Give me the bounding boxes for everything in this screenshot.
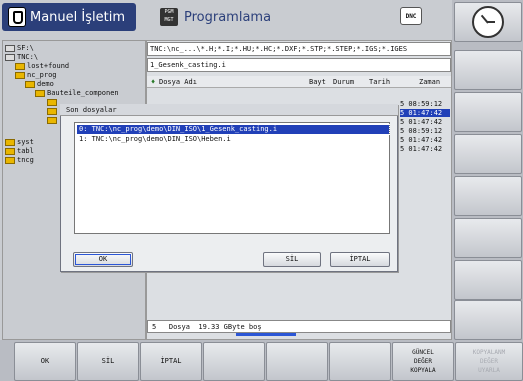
programming-mode[interactable]: PGM MGT Programlama [160,4,440,30]
file-time: 5 01:47:42 [400,109,450,117]
programming-label: Programlama [184,9,272,25]
status-line: 5 Dosya 19.33 GByte boş [147,320,451,333]
tree-item[interactable]: Bauteile_componen [35,89,119,98]
folder-icon [5,138,15,146]
tree-item[interactable] [47,107,59,116]
folder-icon [25,80,35,88]
file-time: 5 01:47:42 [400,118,443,126]
tree-item[interactable]: TNC:\ [5,53,38,62]
cancel-softkey[interactable]: İPTAL [140,342,202,381]
folder-icon [5,147,15,155]
right-softkey-7[interactable] [454,300,522,340]
col-name[interactable]: Dosya Adı [159,76,197,88]
clock-icon [472,6,504,38]
drive-icon [5,44,15,52]
update-value-softkey[interactable]: GÜNCEL DEĞER KOPYALA [392,342,454,381]
copy-value-softkey: KOPYALANM DEĞER UYARLA [455,342,523,381]
file-time: 5 08:59:12 [400,127,443,135]
dialog-delete-button[interactable]: SİL [263,252,321,267]
ok-softkey[interactable]: OK [14,342,76,381]
folder-icon [47,98,57,106]
col-status[interactable]: Durum [333,76,354,88]
col-time[interactable]: Zaman [419,76,440,88]
manual-mode-tab[interactable]: Manuel İşletim [2,3,136,31]
recent-file-item[interactable]: 1: TNC:\nc_prog\demo\DIN_ISO\Heben.i [77,135,389,144]
file-time: 5 08:59:12 [400,100,443,108]
empty-softkey-5[interactable] [266,342,328,381]
recent-files-list[interactable]: 0: TNC:\nc_prog\demo\DIN_ISO\1_Gesenk_ca… [74,122,390,234]
file-time: 5 01:47:42 [400,136,443,144]
file-time: 5 01:47:42 [400,145,443,153]
folder-icon [35,89,45,97]
dialog-title: Son dosyalar [60,104,398,116]
right-softkey-bar [452,0,523,381]
drive-icon [5,53,15,61]
dialog-cancel-button[interactable]: İPTAL [330,252,390,267]
tree-item[interactable] [47,98,59,107]
tree-item[interactable]: SF:\ [5,44,34,53]
tree-item[interactable]: lost+found [15,62,69,71]
delete-softkey[interactable]: SİL [77,342,139,381]
folder-icon [15,71,25,79]
empty-softkey-6[interactable] [329,342,391,381]
right-softkey-5[interactable] [454,218,522,258]
right-softkey-3[interactable] [454,134,522,174]
right-softkey-6[interactable] [454,260,522,300]
col-date[interactable]: Tarih [369,76,390,88]
tree-item[interactable]: nc_prog [15,71,57,80]
tree-item[interactable]: syst [5,138,34,147]
filename-field[interactable]: 1_Gesenk_casting.i [147,58,451,72]
dialog-ok-button[interactable]: OK [73,252,133,267]
hand-icon [8,7,26,27]
tree-item[interactable]: demo [25,80,54,89]
folder-icon [47,107,57,115]
tree-item[interactable]: tncg [5,156,34,165]
column-header: ♦ Dosya Adı Bayt Durum Tarih Zaman [147,76,451,88]
empty-softkey-4[interactable] [203,342,265,381]
tree-item[interactable]: tabl [5,147,34,156]
right-softkey-1[interactable] [454,50,522,90]
clock-softkey[interactable] [454,2,522,42]
path-filter: TNC:\nc_...\*.H;*.I;*.HU;*.HC;*.DXF;*.ST… [147,42,451,56]
col-bytes[interactable]: Bayt [309,76,326,88]
right-softkey-2[interactable] [454,92,522,132]
recent-file-item[interactable]: 0: TNC:\nc_prog\demo\DIN_ISO\1_Gesenk_ca… [76,124,390,135]
pgm-mgt-icon: PGM MGT [160,8,178,26]
folder-icon [15,62,25,70]
tree-item[interactable] [47,116,59,125]
folder-icon [47,116,57,124]
right-softkey-4[interactable] [454,176,522,216]
folder-icon [5,156,15,164]
sort-icon: ♦ [151,78,156,86]
dnc-icon: DNC [400,7,422,25]
scroll-indicator [236,333,296,336]
mode-label: Manuel İşletim [30,9,125,25]
